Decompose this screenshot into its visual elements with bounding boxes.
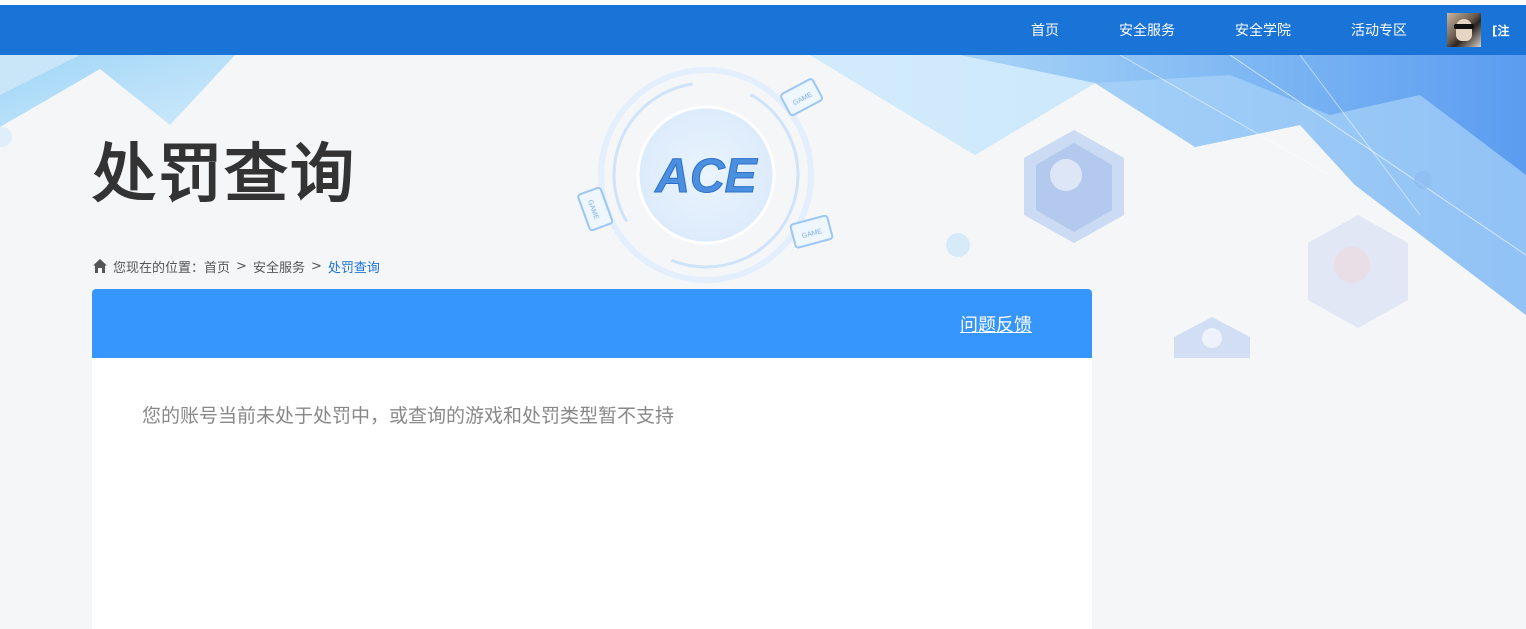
logout-link[interactable]: [注销] (1492, 5, 1526, 90)
breadcrumb-separator: > (310, 258, 322, 274)
ace-logo: ACE (654, 150, 758, 203)
nav-item-activity-zone[interactable]: 活动专区 (1351, 5, 1407, 55)
breadcrumb: 您现在的位置： 首页 > 安全服务 > 处罚查询 (92, 256, 380, 276)
result-panel: 问题反馈 您的账号当前未处于处罚中，或查询的游戏和处罚类型暂不支持 (92, 289, 1092, 629)
breadcrumb-prefix: 您现在的位置： (113, 260, 205, 276)
nav-item-security-academy[interactable]: 安全学院 (1235, 5, 1291, 55)
feedback-link[interactable]: 问题反馈 (960, 311, 1032, 337)
home-icon (93, 259, 107, 273)
result-message: 您的账号当前未处于处罚中，或查询的游戏和处罚类型暂不支持 (142, 405, 675, 427)
result-panel-header: 问题反馈 (92, 289, 1092, 358)
breadcrumb-current[interactable]: 处罚查询 (328, 257, 380, 276)
top-navbar: 首页 安全服务 安全学院 活动专区 [注销] (0, 5, 1526, 90)
breadcrumb-separator: > (236, 258, 247, 274)
nav-item-home[interactable]: 首页 (1031, 5, 1059, 55)
breadcrumb-link-security-service[interactable]: 安全服务 (253, 257, 305, 276)
page-title: 处罚查询 (92, 138, 356, 212)
nav-item-security-service[interactable]: 安全服务 (1119, 5, 1175, 55)
breadcrumb-link-home[interactable]: 首页 (204, 257, 230, 276)
user-avatar[interactable] (1447, 13, 1481, 47)
